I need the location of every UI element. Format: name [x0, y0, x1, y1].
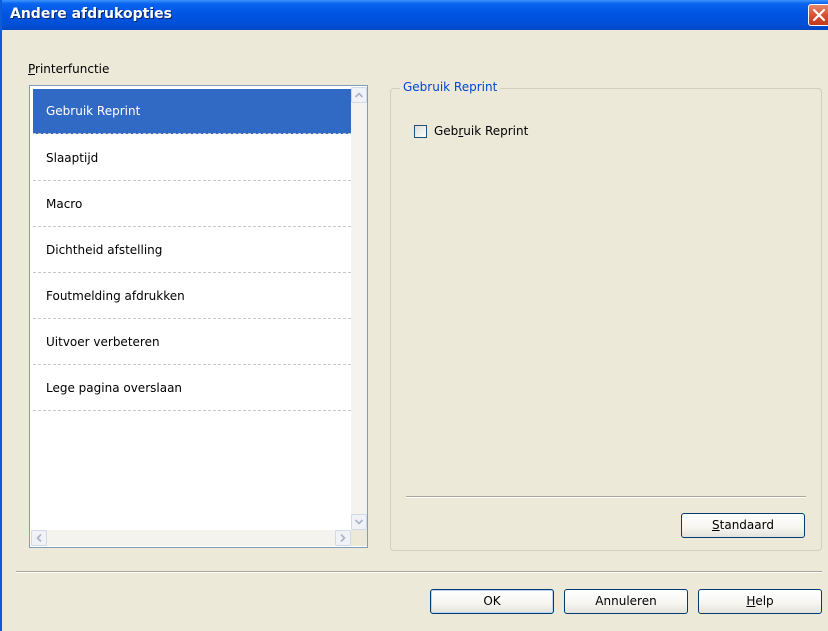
vertical-scrollbar[interactable] — [351, 87, 367, 530]
group-title: Gebruik Reprint — [400, 80, 501, 94]
printer-function-label: Printerfunctie — [28, 62, 110, 76]
close-button[interactable] — [808, 4, 828, 26]
scroll-down-button[interactable] — [351, 514, 367, 530]
list-item-slaaptijd[interactable]: Slaaptijd — [33, 136, 351, 181]
horizontal-scrollbar[interactable] — [31, 530, 351, 546]
chevron-left-icon — [36, 533, 42, 543]
chevron-right-icon — [340, 533, 346, 543]
title-bar[interactable]: Andere afdrukopties — [2, 0, 828, 30]
close-icon — [812, 8, 826, 22]
window-title: Andere afdrukopties — [10, 6, 172, 22]
cancel-button[interactable]: Annuleren — [564, 589, 688, 614]
list-item-foutmelding-afdrukken[interactable]: Foutmelding afdrukken — [33, 274, 351, 319]
dialog-divider — [16, 571, 822, 573]
gebruik-reprint-checkbox-label[interactable]: Gebruik Reprint — [434, 124, 528, 138]
scrollbar-corner — [351, 530, 367, 546]
list-item-dichtheid-afstelling[interactable]: Dichtheid afstelling — [33, 228, 351, 273]
scroll-up-button[interactable] — [351, 87, 367, 103]
scroll-left-button[interactable] — [31, 530, 47, 546]
group-divider — [406, 496, 806, 498]
list-item-gebruik-reprint[interactable]: Gebruik Reprint — [33, 89, 351, 134]
chevron-up-icon — [354, 92, 364, 98]
standaard-button[interactable]: Standaard — [681, 513, 805, 538]
list-item-uitvoer-verbeteren[interactable]: Uitvoer verbeteren — [33, 320, 351, 365]
printer-function-list[interactable]: Gebruik Reprint Slaaptijd Macro Dichthei… — [29, 85, 368, 548]
dialog-window: Andere afdrukopties Printerfunctie Gebru… — [0, 0, 828, 631]
ok-button[interactable]: OK — [430, 589, 554, 614]
list-item-lege-pagina-overslaan[interactable]: Lege pagina overslaan — [33, 366, 351, 411]
chevron-down-icon — [354, 519, 364, 525]
list-item-macro[interactable]: Macro — [33, 182, 351, 227]
help-button[interactable]: Help — [698, 589, 822, 614]
scroll-right-button[interactable] — [335, 530, 351, 546]
gebruik-reprint-checkbox[interactable] — [414, 125, 427, 138]
settings-group — [390, 88, 822, 551]
